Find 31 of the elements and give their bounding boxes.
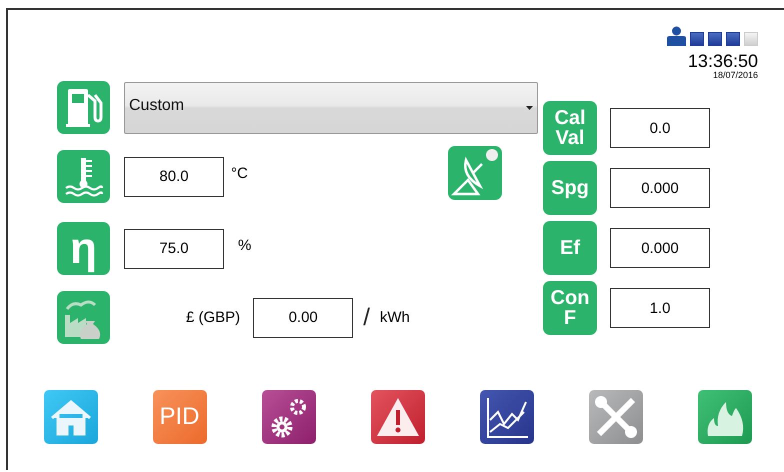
constant-badge: Spg bbox=[543, 161, 597, 215]
unit-label: °C bbox=[231, 165, 248, 182]
constant-badge: Cal Val bbox=[543, 101, 597, 155]
constant-field[interactable]: 1.0 bbox=[610, 288, 710, 328]
constant-badge: Ef bbox=[543, 221, 597, 275]
clock-time: 13:36:50 bbox=[688, 52, 758, 70]
user-icon bbox=[667, 26, 686, 46]
currency-label: £ (GBP) bbox=[186, 309, 240, 326]
constant-field[interactable]: 0.000 bbox=[610, 228, 710, 268]
dropdown-caret-icon bbox=[526, 106, 533, 110]
cost-field[interactable]: 0.00 bbox=[253, 298, 354, 338]
temperature-icon bbox=[57, 150, 110, 203]
unit-label: % bbox=[238, 237, 252, 254]
constant-field[interactable]: 0.0 bbox=[610, 108, 710, 148]
constant-field[interactable]: 0.000 bbox=[610, 168, 710, 208]
chart-icon[interactable] bbox=[480, 390, 534, 444]
efficiency-field[interactable]: 75.0 bbox=[124, 228, 224, 268]
warning-icon[interactable] bbox=[370, 390, 424, 444]
temperature-field[interactable]: 80.0 bbox=[124, 156, 224, 196]
constant-badge: Con F bbox=[543, 281, 597, 335]
tools-icon[interactable] bbox=[588, 390, 642, 444]
fuel-pump-icon bbox=[57, 81, 110, 134]
factory-money-icon bbox=[57, 291, 110, 344]
separator-label: / bbox=[363, 304, 370, 332]
flame-icon[interactable] bbox=[698, 390, 752, 444]
unit-label: kWh bbox=[380, 309, 410, 326]
clock-date: 18/07/2016 bbox=[712, 70, 758, 80]
fuel-dropdown[interactable]: Custom bbox=[124, 82, 538, 134]
gears-icon[interactable] bbox=[262, 390, 316, 444]
satellite-dish-icon bbox=[448, 146, 502, 200]
efficiency-symbol: η bbox=[57, 222, 110, 275]
